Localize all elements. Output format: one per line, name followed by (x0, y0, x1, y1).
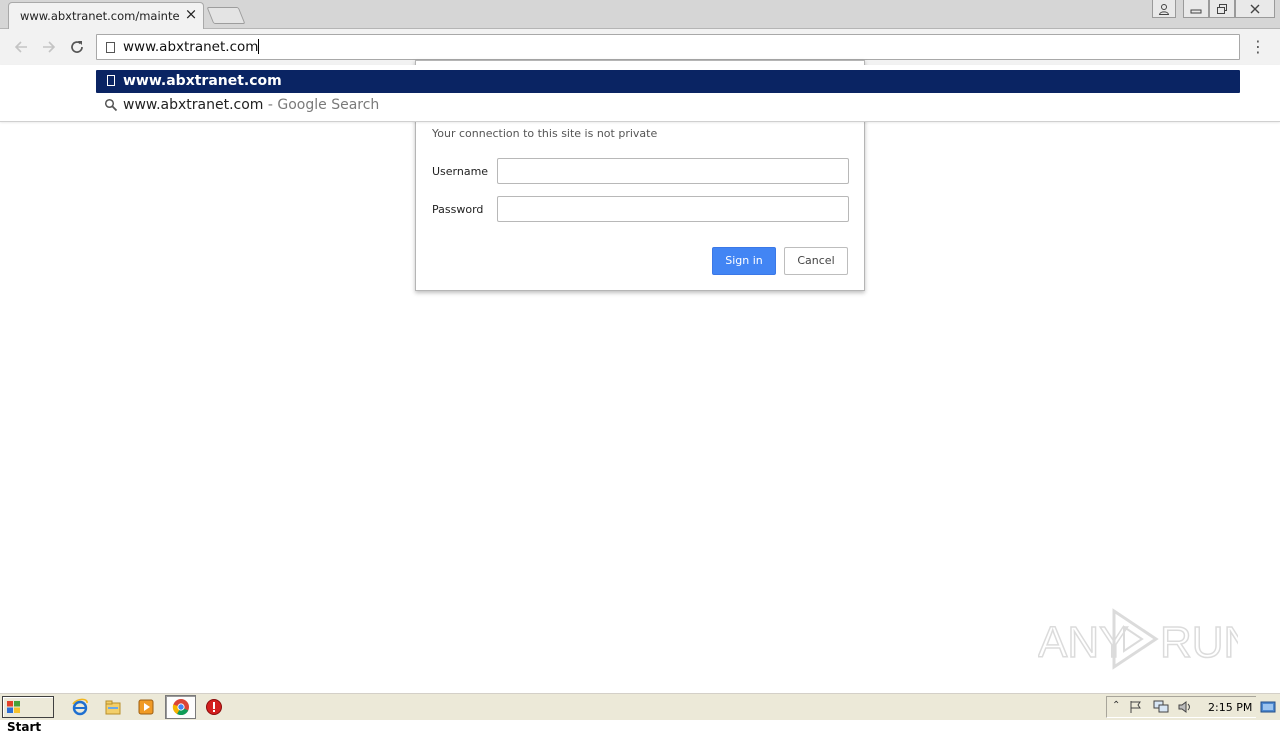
password-label: Password (432, 203, 484, 216)
chrome-icon (172, 699, 189, 716)
text-caret (258, 39, 260, 54)
back-button[interactable] (10, 36, 32, 58)
dialog-message: Your connection to this site is not priv… (432, 127, 658, 140)
suggestion-search[interactable]: www.abxtranet.com - Google Search (96, 94, 1240, 117)
media-player-icon[interactable] (137, 698, 155, 716)
browser-tab[interactable]: www.abxtranet.com/maintenanc × (8, 2, 204, 29)
arrow-right-icon (43, 41, 56, 53)
minimize-button[interactable] (1183, 0, 1209, 18)
start-label: Start (7, 720, 42, 734)
suggestion-text: www.abxtranet.com (123, 97, 264, 113)
minimize-icon (1190, 9, 1202, 14)
suggestion-hint: - Google Search (263, 97, 380, 113)
close-window-button[interactable] (1235, 0, 1275, 18)
close-icon (1250, 4, 1260, 14)
taskbar-chrome-button[interactable] (165, 695, 196, 719)
stop-icon[interactable] (205, 698, 223, 716)
show-desktop-icon[interactable] (1260, 697, 1276, 717)
omnibox-dropdown: www.abxtranet.com www.abxtranet.com - Go… (0, 65, 1280, 122)
tab-strip: www.abxtranet.com/maintenanc × (0, 0, 1280, 29)
network-icon[interactable] (1153, 700, 1169, 714)
search-icon (104, 98, 118, 112)
taskbar: Start ⌃ 2:15 PM (0, 692, 1280, 734)
username-label: Username (432, 165, 489, 178)
tab-title: www.abxtranet.com/maintenanc (20, 9, 180, 23)
sign-in-button[interactable]: Sign in (712, 247, 776, 275)
restore-button[interactable] (1209, 0, 1235, 18)
profile-button[interactable] (1152, 0, 1176, 18)
anyrun-watermark-logo: ANY RUN (1038, 608, 1238, 670)
address-bar-text: www.abxtranet.com (123, 39, 259, 55)
user-icon (1158, 4, 1170, 15)
start-button[interactable]: Start (2, 696, 54, 734)
suggestion-text: www.abxtranet.com (123, 73, 282, 89)
page-icon (107, 75, 115, 86)
forward-button[interactable] (38, 36, 60, 58)
flag-icon[interactable] (1129, 700, 1143, 714)
password-field[interactable] (497, 196, 849, 222)
arrow-left-icon (14, 41, 27, 53)
explorer-icon[interactable] (104, 698, 122, 716)
reload-button[interactable] (66, 36, 88, 58)
cancel-button[interactable]: Cancel (784, 247, 848, 275)
tab-close-icon[interactable]: × (183, 6, 199, 22)
page-icon (106, 42, 115, 53)
new-tab-button[interactable] (206, 7, 246, 24)
username-field[interactable] (497, 158, 849, 184)
suggestion-url[interactable]: www.abxtranet.com (96, 70, 1240, 93)
browser-menu-button[interactable]: ⋮ (1250, 36, 1266, 58)
reload-icon (71, 41, 83, 53)
restore-icon (1217, 4, 1227, 14)
address-bar[interactable]: www.abxtranet.com (96, 34, 1240, 60)
chevron-up-icon[interactable]: ⌃ (1112, 700, 1120, 711)
ie-icon[interactable] (71, 698, 89, 716)
volume-icon[interactable] (1177, 700, 1193, 714)
clock[interactable]: 2:15 PM (1208, 701, 1252, 714)
watermark-text-right: RUN (1160, 618, 1238, 667)
windows-flag-icon (7, 701, 20, 713)
